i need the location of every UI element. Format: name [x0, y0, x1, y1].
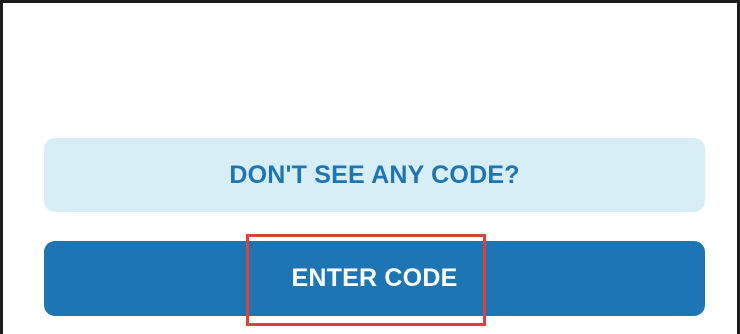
dont-see-code-button[interactable]: DON'T SEE ANY CODE?	[44, 138, 705, 212]
enter-code-button[interactable]: ENTER CODE	[44, 241, 705, 316]
enter-code-label: ENTER CODE	[291, 264, 458, 292]
dont-see-code-label: DON'T SEE ANY CODE?	[229, 160, 520, 189]
